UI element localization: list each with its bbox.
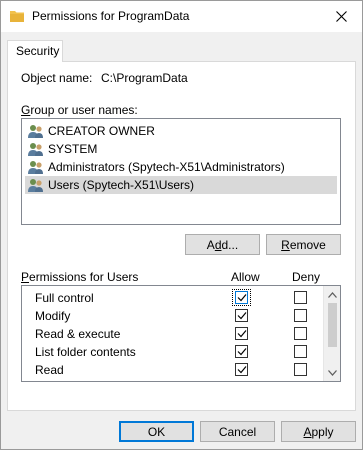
allow-checkbox[interactable] — [235, 309, 248, 322]
list-item[interactable]: SYSTEM — [25, 140, 337, 158]
users-group-icon — [28, 124, 43, 138]
scroll-thumb[interactable] — [328, 303, 337, 347]
deny-checkbox[interactable] — [294, 291, 307, 304]
permission-row-list-folder: List folder contents — [22, 343, 325, 361]
allow-checkbox[interactable] — [235, 345, 248, 358]
title-bar: Permissions for ProgramData — [1, 1, 362, 32]
users-group-icon — [28, 142, 43, 156]
remove-button[interactable]: Remove — [266, 234, 341, 255]
scroll-up-button[interactable] — [324, 286, 340, 303]
checkmark-icon — [237, 348, 247, 356]
allow-checkbox[interactable] — [235, 291, 248, 304]
add-button[interactable]: Ad d... — [185, 234, 260, 255]
permissions-label: Permissions for Users — [21, 270, 139, 284]
deny-checkbox[interactable] — [294, 363, 307, 376]
object-name-label: Object name: — [21, 71, 93, 85]
allow-checkbox[interactable] — [235, 363, 248, 376]
allow-column-header: Allow — [231, 270, 260, 284]
list-item[interactable]: Administrators (Spytech-X51\Administrato… — [25, 158, 337, 176]
deny-checkbox[interactable] — [294, 327, 307, 340]
permissions-dialog: Permissions for ProgramData Security Obj… — [0, 0, 363, 450]
cancel-button[interactable]: Cancel — [200, 421, 275, 442]
list-item-selected[interactable]: Users (Spytech-X51\Users) — [25, 176, 337, 194]
tab-security[interactable]: Security — [7, 40, 63, 62]
group-user-listbox[interactable]: CREATOR OWNER SYSTEM Administrators (Spy… — [21, 118, 341, 225]
folder-icon — [10, 11, 24, 22]
users-group-icon — [28, 178, 43, 192]
allow-checkbox[interactable] — [235, 327, 248, 340]
deny-checkbox[interactable] — [294, 381, 307, 382]
checkmark-icon — [237, 294, 247, 302]
scroll-down-button[interactable] — [324, 364, 340, 381]
users-group-icon — [28, 160, 43, 174]
deny-checkbox[interactable] — [294, 345, 307, 358]
deny-column-header: Deny — [292, 270, 321, 284]
permissions-list[interactable]: Full control Modify Read & execute List … — [21, 285, 341, 382]
ok-button[interactable]: OK — [119, 421, 194, 442]
close-button[interactable] — [320, 1, 362, 31]
vertical-scrollbar[interactable] — [323, 286, 340, 381]
object-name-value: C:\ProgramData — [101, 71, 188, 85]
checkmark-icon — [237, 312, 247, 320]
deny-checkbox[interactable] — [294, 309, 307, 322]
permission-row-partial — [22, 379, 325, 382]
permission-row-read-execute: Read & execute — [22, 325, 325, 343]
apply-button[interactable]: Apply — [281, 421, 356, 442]
window-title: Permissions for ProgramData — [32, 9, 190, 23]
chevron-down-icon — [328, 369, 337, 376]
permission-row-full-control: Full control — [22, 289, 325, 307]
permission-row-read: Read — [22, 361, 325, 379]
permission-row-modify: Modify — [22, 307, 325, 325]
allow-checkbox[interactable] — [235, 381, 248, 382]
chevron-up-icon — [328, 291, 337, 298]
close-icon — [335, 10, 347, 22]
group-names-label: Group or user names: — [21, 103, 138, 117]
list-item[interactable]: CREATOR OWNER — [25, 122, 337, 140]
checkmark-icon — [237, 366, 247, 374]
checkmark-icon — [237, 330, 247, 338]
